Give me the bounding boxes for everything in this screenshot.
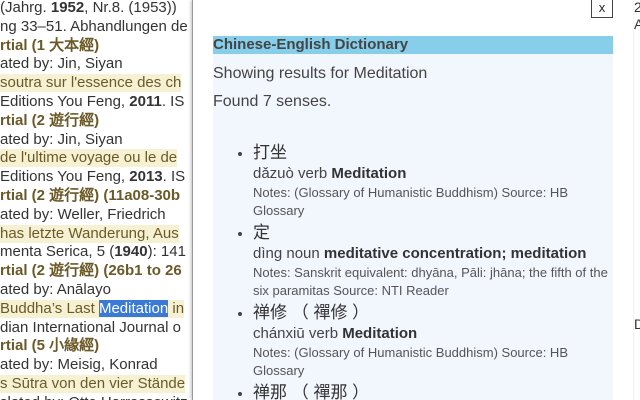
sense-headword[interactable]: 定 — [253, 222, 609, 244]
background-line-text: menta Serica, 5 ( — [0, 243, 115, 261]
background-line-text: dian International Journal o — [0, 318, 181, 336]
right-background-strip: 2 A D — [632, 0, 640, 400]
background-line: rtial (1 大本經) — [0, 37, 99, 55]
background-line-text: ated by: Jin, Siyan — [0, 130, 123, 148]
background-line-text: ng 33–51. Abhandlungen de — [0, 17, 188, 35]
background-line-text: Buddha’s Last — [0, 299, 99, 317]
background-line-text: s Sūtra von den vier Stände — [0, 375, 186, 392]
background-line-text: Editions You Feng, — [0, 168, 130, 186]
background-line: soutra sur l'essence des ch — [0, 74, 182, 93]
dialog-title: Chinese-English Dictionary — [213, 36, 613, 54]
sense-english: meditative concentration; meditation — [323, 245, 587, 262]
sense-notes: Notes: Sanskrit equivalent: dhyāna, Pāli… — [253, 265, 608, 298]
sense-gloss-line: chánxiū verb Meditation — [253, 324, 609, 344]
background-line-text: rtial (5 小緣經) — [0, 337, 100, 355]
background-line: rtial (2 遊行經) (11a08-30b — [0, 187, 180, 205]
sense-headword[interactable]: 打坐 — [253, 142, 609, 164]
close-button[interactable]: x — [591, 0, 613, 18]
sense-pinyin-pos: dìng noun — [253, 245, 324, 262]
edge-char-top: 2 — [634, 0, 640, 15]
sense-pinyin-pos: chánxiū verb — [253, 325, 343, 342]
background-document: (Jahrg. 1952, Nr.8. (1953)) ng 33–51. Abh… — [0, 0, 196, 400]
background-line: rtial (2 遊行經) — [0, 112, 99, 130]
background-line-text: (Jahrg. — [0, 0, 51, 16]
background-line-text: rtial (2 遊行經) (11a08-30b — [0, 187, 181, 204]
edge-char-mid: D — [634, 316, 640, 332]
background-line: de l'ultime voyage ou le de — [0, 149, 178, 168]
background-line-rest: , Nr.8. (1953)) — [84, 0, 177, 16]
found-senses-text: Found 7 senses. — [213, 93, 332, 110]
background-line: Buddha’s Last Meditation in — [0, 299, 185, 318]
background-line: Editions You Feng, 2011. IS — [0, 93, 184, 111]
background-line: s Sūtra von den vier Stände — [0, 375, 186, 393]
dictionary-dialog: x Chinese-English Dictionary Showing res… — [192, 0, 633, 400]
background-line-text: has letzte Wanderung, Aus — [0, 224, 179, 242]
background-line: ated by: Anālayo — [0, 281, 111, 299]
background-line-text: Editions You Feng, — [0, 93, 130, 110]
background-line: menta Serica, 5 (1940): 141 — [0, 243, 186, 261]
background-line: Editions You Feng, 2013. IS — [0, 168, 185, 186]
background-line: (Jahrg. 1952, Nr.8. (1953)) — [0, 0, 177, 17]
background-line: ated by: Jin, Siyan — [0, 131, 123, 149]
showing-results-text: Showing results for Meditation — [213, 65, 428, 82]
selected-word[interactable]: Meditation — [98, 299, 169, 317]
sense-item: 禅那 （ 禪那 ） — [253, 382, 609, 400]
background-line-text: soutra sur l'essence des ch — [0, 74, 182, 92]
background-line: has letzte Wanderung, Aus — [0, 224, 179, 243]
background-line-text: ated by: Anālayo — [0, 281, 111, 298]
background-line-text: ated by: Weller, Friedrich — [0, 205, 166, 223]
background-line-text: ated by: Meisig, Konrad — [0, 356, 158, 374]
sense-notes: Notes: (Glossary of Humanistic Buddhism)… — [253, 185, 568, 218]
background-line-year: 2011 — [129, 93, 162, 110]
background-line-text: de l'ultime voyage ou le de — [0, 149, 178, 167]
background-line-text: rtial (2 遊行經) — [0, 111, 100, 129]
sense-headword[interactable]: 禅那 （ 禪那 ） — [253, 382, 609, 400]
background-line-text: slated by: Otto Harrassowitz, — [0, 394, 196, 400]
results-panel: Showing results for Meditation Found 7 s… — [213, 54, 613, 400]
background-line-rest: in — [168, 299, 185, 317]
background-line: slated by: Otto Harrassowitz, 1988 — [0, 394, 196, 400]
background-line: ated by: Meisig, Konrad — [0, 356, 158, 374]
senses-list: 打坐dǎzuò verb MeditationNotes: (Glossary … — [213, 142, 609, 400]
background-line-year: 2013 — [129, 168, 163, 186]
background-line-text: rtial (2 遊行經) (26b1 to 26 — [0, 262, 182, 280]
background-line: rtial (2 遊行經) (26b1 to 26 — [0, 262, 182, 280]
sense-notes: Notes: (Glossary of Humanistic Buddhism)… — [253, 345, 568, 378]
background-line: ated by: Jin, Siyan — [0, 55, 123, 73]
background-line: dian International Journal o — [0, 319, 181, 337]
sense-english: Meditation — [331, 165, 407, 182]
background-line: rtial (5 小緣經) — [0, 337, 99, 355]
background-line-rest: . IS — [162, 168, 186, 186]
sense-gloss-line: dǎzuò verb Meditation — [253, 164, 609, 184]
sense-headword[interactable]: 禅修 （ 禪修 ） — [253, 302, 609, 324]
sense-pinyin-pos: dǎzuò verb — [253, 165, 332, 182]
background-line-rest: ): 141 — [147, 243, 186, 261]
background-line-text: rtial (1 大本經) — [0, 36, 100, 54]
sense-english: Meditation — [342, 325, 418, 342]
sense-item: 定dìng noun meditative concentration; med… — [253, 222, 609, 300]
background-line-year: 1940 — [114, 243, 148, 261]
background-line-year: 1952 — [50, 0, 85, 16]
sense-item: 打坐dǎzuò verb MeditationNotes: (Glossary … — [253, 142, 609, 220]
background-line-rest: . IS — [161, 93, 185, 110]
sense-gloss-line: dìng noun meditative concentration; medi… — [253, 244, 609, 264]
background-line-text: ated by: Jin, Siyan — [0, 55, 123, 73]
sense-item: 禅修 （ 禪修 ）chánxiū verb MeditationNotes: (… — [253, 302, 609, 380]
background-line: ng 33–51. Abhandlungen de — [0, 18, 188, 36]
background-line: ated by: Weller, Friedrich — [0, 206, 166, 224]
edge-char-top2: A — [634, 16, 640, 32]
